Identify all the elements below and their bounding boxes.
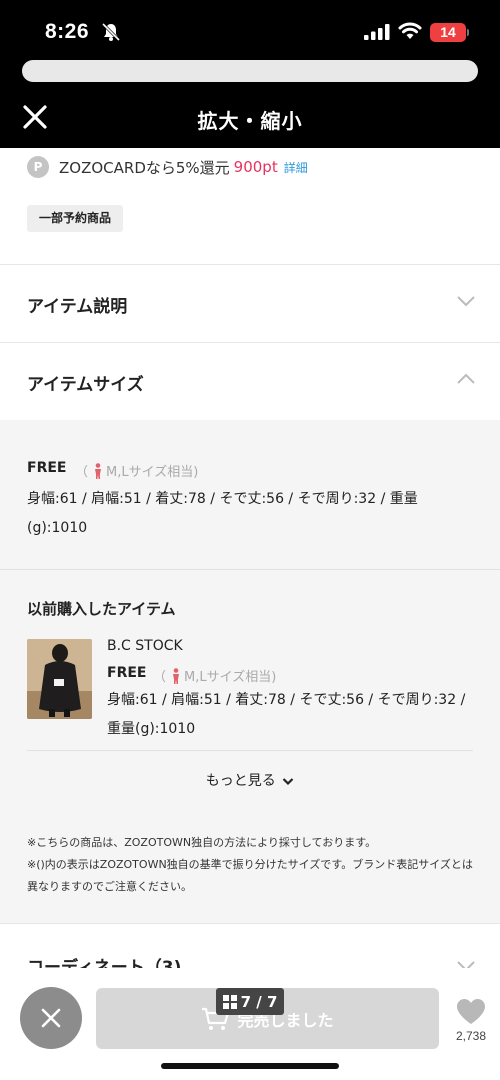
previous-item-thumbnail[interactable]	[27, 639, 92, 719]
wifi-icon	[398, 22, 422, 39]
chevron-down-icon	[282, 777, 294, 785]
previous-purchase-heading: 以前購入したアイテム	[27, 600, 176, 618]
image-page-indicator: 7 / 7	[216, 988, 284, 1015]
bell-muted-icon	[101, 22, 121, 42]
close-button[interactable]	[20, 987, 82, 1049]
section-label: アイテムサイズ	[27, 375, 144, 395]
show-more-label: もっと見る	[205, 773, 276, 789]
previous-item-measurements: 身幅:61 / 肩幅:51 / 着丈:78 / そで丈:56 / そで周り:32…	[107, 692, 466, 737]
item-detail-content[interactable]: P ZOZOCARDなら5%還元 900pt 詳細 一部予約商品 アイテム説明 …	[0, 148, 500, 968]
previous-item-size-note: （ M,Lサイズ相当)	[153, 666, 276, 685]
points-text: ZOZOCARDなら5%還元	[59, 158, 230, 177]
size-note-text: M,Lサイズ相当)	[106, 465, 199, 480]
bottom-action-bar: 完売しました 7 / 7 2,738	[0, 968, 500, 1080]
show-more-link[interactable]: もっと見る	[0, 770, 500, 790]
points-badge-icon: P	[27, 156, 49, 178]
divider	[27, 750, 473, 751]
status-time: 8:26	[45, 20, 90, 43]
section-item-size[interactable]: アイテムサイズ	[0, 342, 500, 420]
sheet-background-card	[22, 60, 478, 82]
status-bar: 8:26 14	[0, 0, 500, 62]
page-indicator-text: 7 / 7	[240, 992, 278, 1011]
favorite-heart-icon[interactable]	[456, 998, 486, 1025]
size-note-open: （	[153, 670, 167, 685]
points-row: P ZOZOCARDなら5%還元 900pt 詳細	[27, 155, 308, 179]
previous-item-brand[interactable]: B.C STOCK	[107, 638, 183, 654]
previous-item-size-name: FREE	[107, 665, 147, 681]
size-note-open: （	[75, 465, 89, 480]
coat-photo-image	[27, 639, 92, 719]
chevron-up-icon	[457, 373, 475, 384]
chevron-down-icon	[457, 296, 475, 307]
home-indicator	[161, 1063, 339, 1069]
divider	[0, 569, 500, 570]
cellular-signal-icon	[364, 24, 390, 40]
close-icon	[41, 1008, 61, 1028]
section-label: アイテム説明	[27, 297, 128, 317]
points-value: 900pt	[233, 158, 278, 176]
battery-nub	[467, 29, 469, 36]
favorites-count: 2,738	[455, 1029, 487, 1043]
section-item-description[interactable]: アイテム説明	[0, 264, 500, 342]
points-detail-link[interactable]: 詳細	[284, 159, 308, 176]
person-icon	[95, 462, 102, 479]
size-panel: FREE （ M,Lサイズ相当) 身幅:61 / 肩幅:51 / 着丈:78 /…	[0, 420, 500, 923]
size-equivalent-note: （ M,Lサイズ相当)	[75, 461, 198, 480]
size-note-text: M,Lサイズ相当)	[184, 670, 277, 685]
modal-header: 拡大・縮小	[0, 86, 500, 148]
section-label: コーディネート（3)	[27, 958, 182, 968]
size-measurements: 身幅:61 / 肩幅:51 / 着丈:78 / そで丈:56 / そで周り:32…	[27, 491, 418, 536]
note-line: ※こちらの商品は、ZOZOTOWN独自の方法により採寸しております。	[27, 836, 377, 849]
battery-indicator: 14	[430, 23, 466, 42]
grid-icon	[222, 994, 237, 1009]
measurement-notes: ※こちらの商品は、ZOZOTOWN独自の方法により採寸しております。 ※()内の…	[27, 832, 477, 898]
modal-title: 拡大・縮小	[197, 109, 303, 133]
note-line: ※()内の表示はZOZOTOWN独自の基準で振り分けたサイズです。ブランド表記サ…	[27, 858, 473, 893]
person-icon	[173, 667, 180, 684]
chevron-down-icon	[457, 961, 475, 968]
section-coordinate[interactable]: コーディネート（3)	[0, 923, 500, 968]
size-name: FREE	[27, 460, 67, 476]
preorder-tag: 一部予約商品	[27, 205, 124, 232]
